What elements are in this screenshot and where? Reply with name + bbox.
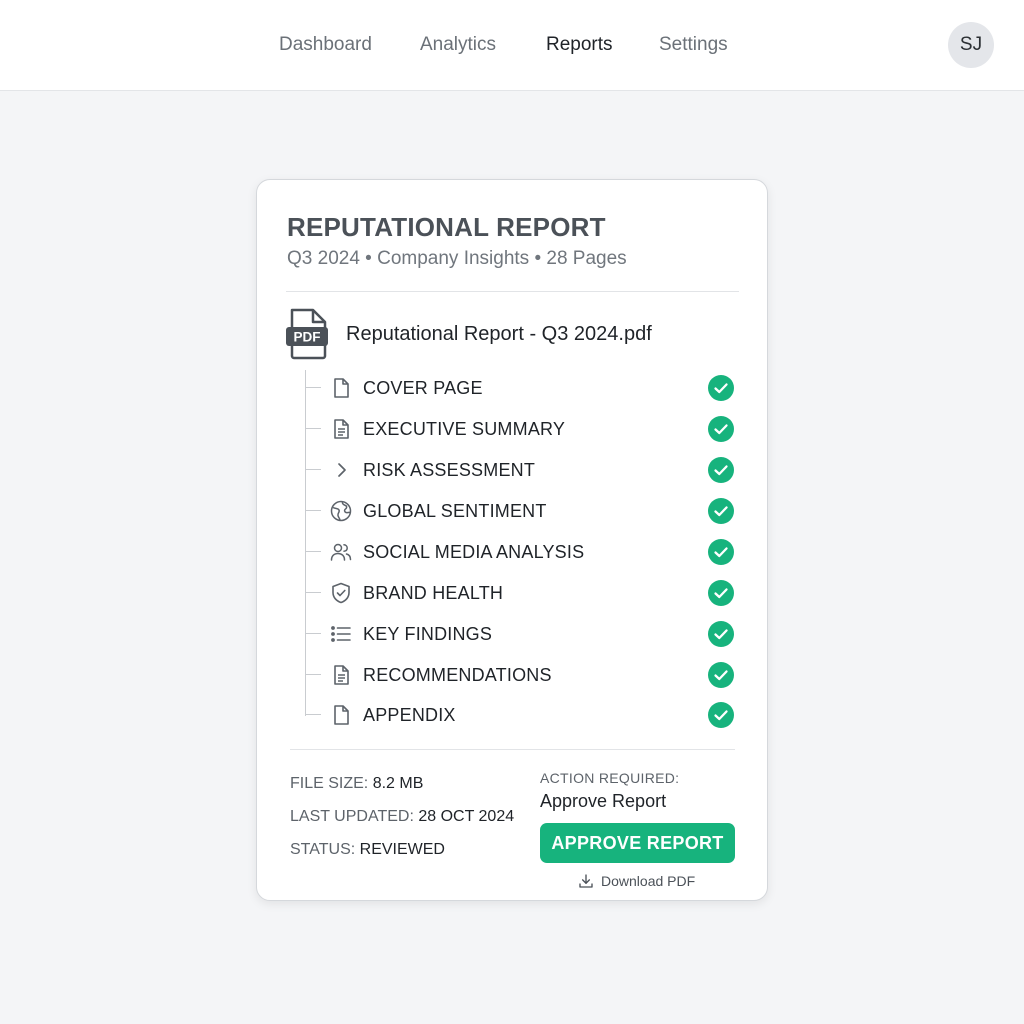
document-lines-icon xyxy=(334,419,349,439)
section-risk-assessment[interactable]: RISK ASSESSMENT xyxy=(305,455,745,485)
section-appendix[interactable]: APPENDIX xyxy=(305,700,745,730)
check-circle-icon xyxy=(708,498,734,524)
section-label: KEY FINDINGS xyxy=(363,624,493,644)
file-size-value: 8.2 MB xyxy=(372,775,424,792)
section-label: SOCIAL MEDIA ANALYSIS xyxy=(363,542,585,562)
section-label: RECOMMENDATIONS xyxy=(363,665,552,685)
pdf-file-icon: PDF xyxy=(286,308,328,360)
list-icon xyxy=(331,626,351,642)
download-pdf-label: Download PDF xyxy=(601,873,696,889)
header-divider xyxy=(286,291,739,292)
section-global-sentiment[interactable]: GLOBAL SENTIMENT xyxy=(305,496,745,526)
section-label: EXECUTIVE SUMMARY xyxy=(363,419,566,439)
status-value: REVIEWED xyxy=(359,841,445,858)
users-icon xyxy=(330,543,352,561)
document-lines-icon xyxy=(334,665,349,685)
section-cover-page[interactable]: COVER PAGE xyxy=(305,373,745,403)
section-brand-health[interactable]: BRAND HEALTH xyxy=(305,578,745,608)
section-label: GLOBAL SENTIMENT xyxy=(363,501,547,521)
section-label: RISK ASSESSMENT xyxy=(363,460,536,480)
check-circle-icon xyxy=(708,621,734,647)
download-icon xyxy=(579,874,593,888)
pdf-icon-text: PDF xyxy=(294,330,321,345)
user-avatar[interactable]: SJ xyxy=(948,22,994,68)
download-pdf-link[interactable]: Download PDF xyxy=(577,871,695,891)
action-required-label: ACTION REQUIRED: xyxy=(540,770,680,786)
section-label: COVER PAGE xyxy=(363,378,483,398)
check-circle-icon xyxy=(708,580,734,606)
chevron-right-icon[interactable] xyxy=(329,458,353,482)
section-key-findings[interactable]: KEY FINDINGS xyxy=(305,619,745,649)
report-title: REPUTATIONAL REPORT xyxy=(287,212,606,242)
footer-divider xyxy=(290,749,735,750)
section-recommendations[interactable]: RECOMMENDATIONS xyxy=(305,660,745,690)
check-circle-icon xyxy=(708,457,734,483)
page-icon xyxy=(334,378,349,398)
check-circle-icon xyxy=(708,375,734,401)
last-updated-value: 28 OCT 2024 xyxy=(418,808,515,825)
last-updated-label: LAST UPDATED: xyxy=(290,808,414,825)
shield-check-icon xyxy=(332,582,350,604)
section-label: APPENDIX xyxy=(363,705,456,725)
last-updated-row: LAST UPDATED: 28 OCT 2024 xyxy=(290,808,514,826)
tab-analytics[interactable]: Analytics xyxy=(420,34,496,56)
section-social-media-analysis[interactable]: SOCIAL MEDIA ANALYSIS xyxy=(305,537,745,567)
check-circle-icon xyxy=(708,416,734,442)
status-label: STATUS: xyxy=(290,841,356,858)
check-circle-icon xyxy=(708,539,734,565)
check-circle-icon xyxy=(708,662,734,688)
top-nav: Dashboard Analytics Reports Settings SJ xyxy=(0,0,1024,91)
tab-settings[interactable]: Settings xyxy=(659,34,728,56)
section-label: BRAND HEALTH xyxy=(363,583,504,603)
report-card: REPUTATIONAL REPORT Q3 2024 • Company In… xyxy=(256,179,768,901)
status-row: STATUS: REVIEWED xyxy=(290,841,445,859)
tab-dashboard[interactable]: Dashboard xyxy=(279,34,372,56)
check-circle-icon xyxy=(708,702,734,728)
file-name[interactable]: Reputational Report - Q3 2024.pdf xyxy=(346,323,652,346)
tab-reports[interactable]: Reports xyxy=(546,34,613,56)
report-subtitle: Q3 2024 • Company Insights • 28 Pages xyxy=(287,248,627,269)
file-size-label: FILE SIZE: xyxy=(290,775,369,792)
file-size-row: FILE SIZE: 8.2 MB xyxy=(290,775,423,793)
approve-report-button[interactable]: APPROVE REPORT xyxy=(540,823,735,863)
action-required-value: Approve Report xyxy=(540,791,667,811)
page-icon xyxy=(334,705,349,725)
globe-icon xyxy=(330,500,352,522)
section-executive-summary[interactable]: EXECUTIVE SUMMARY xyxy=(305,414,745,444)
